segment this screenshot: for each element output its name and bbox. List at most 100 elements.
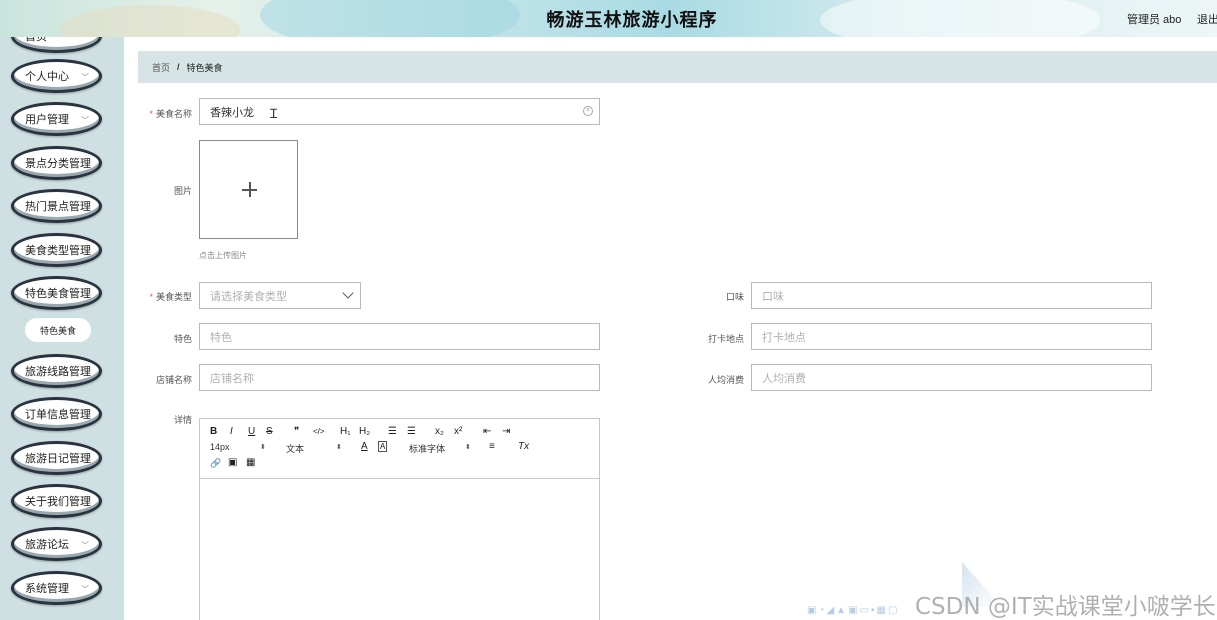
sidebar-item-travel-diary[interactable]: 旅游日记管理 bbox=[11, 441, 102, 475]
font-family-select[interactable]: 标准字体 ⬍ bbox=[409, 442, 473, 455]
checkin-label: 打卡地点 bbox=[707, 334, 744, 344]
food-type-select[interactable]: 请选择美食类型 bbox=[199, 282, 361, 309]
detail-label: 详情 bbox=[173, 415, 192, 425]
code-block-button[interactable]: </> bbox=[313, 427, 325, 436]
clear-icon[interactable]: × bbox=[583, 106, 593, 116]
sidebar-item-label: 关于我们管理 bbox=[25, 496, 91, 508]
food-type-label: * 美食类型 bbox=[122, 290, 192, 303]
outdent-icon[interactable]: ⇤ bbox=[483, 426, 491, 437]
taste-label: 口味 bbox=[725, 292, 744, 302]
upload-hint: 点击上传图片 bbox=[199, 251, 247, 260]
font-family-value: 标准字体 bbox=[409, 444, 446, 454]
blockquote-button[interactable]: ❞ bbox=[294, 426, 299, 437]
background-color-icon[interactable]: A bbox=[378, 441, 388, 452]
ordered-list-icon[interactable]: ☰ bbox=[388, 426, 397, 437]
sidebar-item-hot-scenic[interactable]: 热门景点管理 bbox=[11, 189, 102, 223]
editor-content-area[interactable] bbox=[200, 479, 599, 620]
shop-name-label: 店铺名称 bbox=[155, 375, 192, 385]
sidebar-item-about-us[interactable]: 关于我们管理 bbox=[11, 484, 102, 518]
sidebar-item-label: 订单信息管理 bbox=[25, 409, 91, 421]
link-icon[interactable]: 🔗 bbox=[210, 458, 221, 469]
bold-button[interactable]: B bbox=[210, 426, 217, 437]
chevron-down-icon: ﹀ bbox=[81, 73, 89, 82]
food-name-value: 香辣小龙 bbox=[210, 106, 254, 119]
sidebar-item-label: 用户管理 bbox=[25, 114, 69, 126]
user-info: 管理员 abo bbox=[1127, 14, 1182, 26]
sidebar-item-user-management[interactable]: 用户管理 ﹀ bbox=[11, 102, 102, 136]
checkin-placeholder: 打卡地点 bbox=[762, 331, 806, 344]
food-name-label: * 美食名称 bbox=[122, 107, 192, 120]
paragraph-select[interactable]: 文本 ⬍ bbox=[286, 442, 344, 455]
breadcrumb-home[interactable]: 首页 bbox=[152, 61, 170, 74]
main-content: 首页 / 特色美食 * 美食名称 香辣小龙 Ɪ × 图片 点击上传图片 * 美食类型… bbox=[124, 37, 1217, 620]
sidebar-item-personal-center[interactable]: 个人中心 ﹀ bbox=[11, 59, 102, 93]
align-icon[interactable]: ≡ bbox=[489, 441, 495, 452]
sidebar-item-label: 景点分类管理 bbox=[25, 158, 91, 170]
app-title: 畅游玉林旅游小程序 bbox=[546, 10, 718, 30]
food-type-label-text: 美食类型 bbox=[155, 292, 192, 302]
underline-button[interactable]: U bbox=[248, 426, 255, 437]
breadcrumb-current: 特色美食 bbox=[186, 62, 223, 73]
shop-name-placeholder: 店铺名称 bbox=[210, 372, 254, 385]
editor-toolbar: B I U S ❞ </> H₁ H₂ ☰ ☰ x₂ x² ⇤ ⇥ 14px ⬍ … bbox=[200, 419, 599, 479]
sidebar-item-system[interactable]: 系统管理 ﹀ bbox=[11, 571, 102, 605]
sidebar-item-order-info[interactable]: 订单信息管理 bbox=[11, 397, 102, 431]
image-icon[interactable]: ▣ bbox=[228, 457, 237, 468]
font-color-icon[interactable]: A bbox=[361, 441, 368, 452]
paragraph-value: 文本 bbox=[286, 444, 305, 454]
heading2-button[interactable]: H₂ bbox=[359, 426, 370, 437]
avg-price-label: 人均消费 bbox=[707, 375, 744, 385]
chevron-down-icon: ﹀ bbox=[81, 116, 89, 125]
taste-input[interactable]: 口味 bbox=[751, 282, 1152, 309]
checkin-input[interactable]: 打卡地点 bbox=[751, 323, 1152, 350]
watermark-text: CSDN @IT实战课堂小啵学长 bbox=[915, 594, 1216, 620]
subscript-button[interactable]: x₂ bbox=[435, 426, 444, 437]
sidebar-item-travel-route[interactable]: 旅游线路管理 bbox=[11, 354, 102, 388]
taskbar-tray-icons: ▣◔◢▲▣▭▪▦▢ bbox=[807, 605, 900, 616]
sidebar-menu: 首页 个人中心 ﹀ 用户管理 ﹀ 景点分类管理 热门景点管理 美食类型管理 特色美食… bbox=[0, 37, 124, 620]
food-type-placeholder: 请选择美食类型 bbox=[210, 290, 287, 303]
clear-format-icon[interactable]: Tx bbox=[518, 441, 529, 452]
sidebar-item-label: 旅游论坛 bbox=[25, 539, 69, 551]
superscript-button[interactable]: x² bbox=[454, 426, 462, 437]
sidebar-item-label: 系统管理 bbox=[25, 583, 69, 595]
strike-button[interactable]: S bbox=[266, 426, 273, 437]
sidebar-item-home[interactable]: 首页 bbox=[11, 37, 102, 53]
text-cursor-icon: Ɪ bbox=[270, 106, 278, 121]
sidebar-item-special-food[interactable]: 特色美食管理 bbox=[11, 276, 102, 310]
food-name-label-text: 美食名称 bbox=[155, 109, 192, 119]
feature-input[interactable]: 特色 bbox=[199, 323, 600, 350]
taste-placeholder: 口味 bbox=[762, 290, 784, 303]
sidebar-item-label: 特色美食管理 bbox=[25, 288, 91, 300]
image-upload-button[interactable] bbox=[199, 140, 298, 239]
required-mark: * bbox=[149, 292, 153, 302]
sidebar-item-scenic-category[interactable]: 景点分类管理 bbox=[11, 146, 102, 180]
italic-button[interactable]: I bbox=[230, 426, 233, 437]
indent-icon[interactable]: ⇥ bbox=[502, 426, 510, 437]
sidebar-item-label: 首页 bbox=[25, 37, 47, 43]
chevron-down-icon: ﹀ bbox=[81, 541, 89, 550]
shop-name-input[interactable]: 店铺名称 bbox=[199, 364, 600, 391]
feature-label: 特色 bbox=[173, 334, 192, 344]
heading1-button[interactable]: H₁ bbox=[340, 426, 351, 437]
top-header: 畅游玉林旅游小程序 管理员 abo 退出 bbox=[0, 0, 1217, 37]
rich-text-editor: B I U S ❞ </> H₁ H₂ ☰ ☰ x₂ x² ⇤ ⇥ 14px ⬍ … bbox=[199, 418, 600, 620]
image-label: 图片 bbox=[173, 186, 192, 196]
logout-link[interactable]: 退出 bbox=[1197, 11, 1217, 27]
avg-price-input[interactable]: 人均消费 bbox=[751, 364, 1152, 391]
sidebar-item-label: 美食类型管理 bbox=[25, 245, 91, 257]
sidebar-item-food-type[interactable]: 美食类型管理 bbox=[11, 233, 102, 267]
font-size-select[interactable]: 14px ⬍ bbox=[210, 442, 268, 452]
select-arrows-icon: ⬍ bbox=[336, 444, 342, 451]
bullet-list-icon[interactable]: ☰ bbox=[407, 426, 416, 437]
breadcrumb: 首页 / 特色美食 bbox=[138, 51, 1217, 83]
video-icon[interactable]: ▦ bbox=[246, 457, 255, 468]
sidebar-subitem-special-food[interactable]: 特色美食 bbox=[25, 318, 91, 342]
avg-price-placeholder: 人均消费 bbox=[762, 372, 806, 385]
sidebar-item-forum[interactable]: 旅游论坛 ﹀ bbox=[11, 527, 102, 561]
sidebar-item-label: 旅游日记管理 bbox=[25, 453, 91, 465]
chevron-down-icon bbox=[342, 287, 354, 299]
feature-placeholder: 特色 bbox=[210, 331, 232, 344]
sidebar-item-label: 旅游线路管理 bbox=[25, 366, 91, 378]
food-name-input[interactable]: 香辣小龙 Ɪ × bbox=[199, 98, 600, 125]
